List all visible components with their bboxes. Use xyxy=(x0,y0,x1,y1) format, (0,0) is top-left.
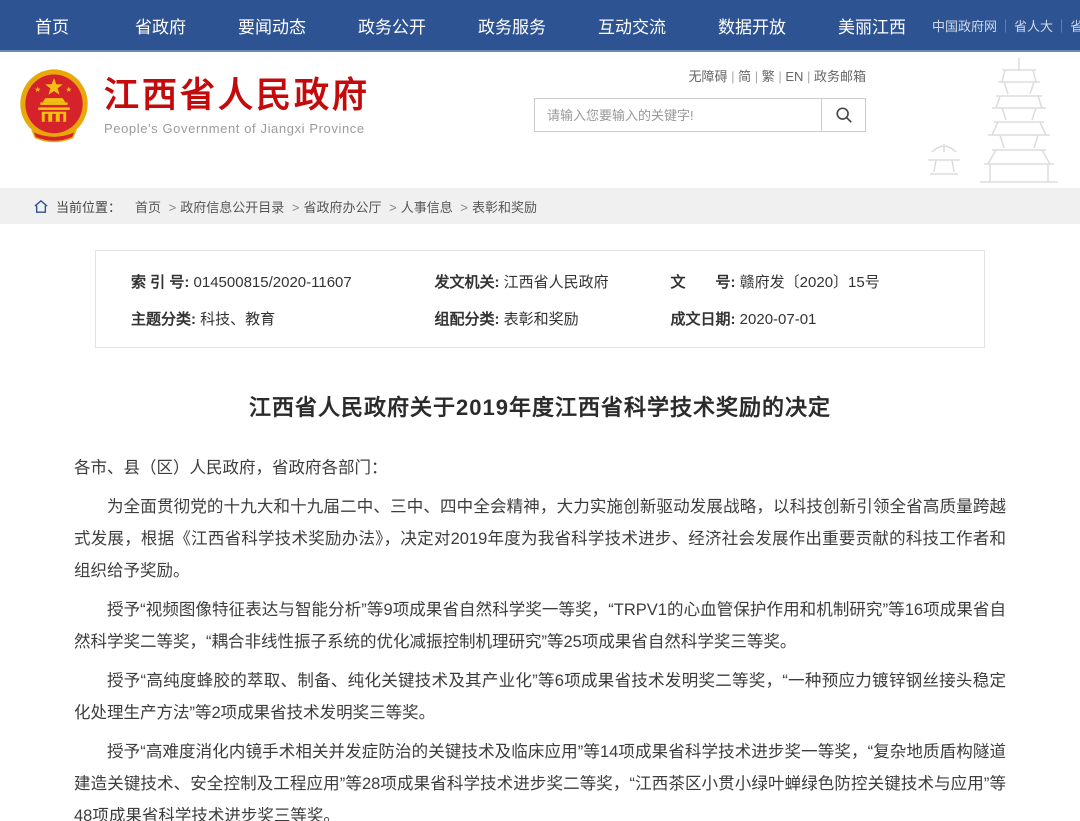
breadcrumb-item-personnel-info[interactable]: 人事信息 xyxy=(401,197,472,216)
nav-item-news[interactable]: 要闻动态 xyxy=(212,13,332,38)
doc-field-document-number: 文 号: 赣府发〔2020〕15号 xyxy=(671,271,974,292)
header-right-tools: 无障碍 简 繁 EN 政务邮箱 xyxy=(534,66,866,132)
link-english[interactable]: EN xyxy=(785,69,814,84)
doc-field-label: 索 引 号: xyxy=(131,274,189,291)
breadcrumb-label: 当前位置： xyxy=(56,197,121,216)
article-paragraph: 授予“高难度消化内镜手术相关并发症防治的关键技术及临床应用”等14项成果省科学技… xyxy=(74,736,1006,821)
search-bar xyxy=(534,98,866,132)
link-accessibility[interactable]: 无障碍 xyxy=(688,69,738,84)
search-input[interactable] xyxy=(535,99,821,131)
nav-item-home[interactable]: 首页 xyxy=(0,13,109,38)
doc-field-value: 2020-07-01 xyxy=(740,311,817,328)
utility-links: 无障碍 简 繁 EN 政务邮箱 xyxy=(534,66,866,85)
article-body: 各市、县（区）人民政府，省政府各部门： 为全面贯彻党的十九大和十九届二中、三中、… xyxy=(74,452,1006,821)
doc-field-label: 主题分类: xyxy=(131,311,196,328)
site-title-block: 江西省人民政府 People's Government of Jiangxi P… xyxy=(104,76,370,136)
doc-field-date: 成文日期: 2020-07-01 xyxy=(671,308,974,329)
search-button[interactable] xyxy=(821,99,865,131)
doc-field-value: 014500815/2020-11607 xyxy=(194,274,352,291)
doc-field-group-category: 组配分类: 表彰和奖励 xyxy=(434,308,670,329)
article-paragraph: 为全面贯彻党的十九大和十九届二中、三中、四中全会精神，大力实施创新驱动发展战略，… xyxy=(74,491,1006,587)
nav-item-gov-services[interactable]: 政务服务 xyxy=(452,13,572,38)
link-provincial-cppcc[interactable]: 省政协 xyxy=(1070,16,1080,35)
nav-item-provincial-gov[interactable]: 省政府 xyxy=(109,13,212,38)
national-emblem-icon xyxy=(18,68,90,144)
doc-field-value: 科技、教育 xyxy=(200,311,275,328)
top-navigation-bar: 首页 省政府 要闻动态 政务公开 政务服务 互动交流 数据开放 美丽江西 中国政… xyxy=(0,0,1080,52)
breadcrumb: 当前位置： 首页 政府信息公开目录 省政府办公厅 人事信息 表彰和奖励 xyxy=(0,188,1080,224)
breadcrumb-item-gov-office[interactable]: 省政府办公厅 xyxy=(303,197,400,216)
doc-field-label: 文 号: xyxy=(671,274,736,291)
doc-field-index-number: 索 引 号: 014500815/2020-11607 xyxy=(131,271,434,292)
pagoda-watermark-icon xyxy=(874,56,1074,188)
doc-field-subject-category: 主题分类: 科技、教育 xyxy=(131,308,434,329)
nav-item-gov-affairs-open[interactable]: 政务公开 xyxy=(332,13,452,38)
link-traditional-chinese[interactable]: 繁 xyxy=(762,69,786,84)
link-china-gov[interactable]: 中国政府网 xyxy=(932,16,1014,35)
link-gov-mailbox[interactable]: 政务邮箱 xyxy=(814,69,866,84)
doc-field-label: 发文机关: xyxy=(434,274,499,291)
link-simplified-chinese[interactable]: 简 xyxy=(738,69,762,84)
article-title: 江西省人民政府关于2019年度江西省科学技术奖励的决定 xyxy=(0,390,1080,422)
doc-field-issuing-agency: 发文机关: 江西省人民政府 xyxy=(434,271,670,292)
article-paragraph: 授予“高纯度蜂胶的萃取、制备、纯化关键技术及其产业化”等6项成果省技术发明奖二等… xyxy=(74,665,1006,729)
nav-item-open-data[interactable]: 数据开放 xyxy=(692,13,812,38)
link-provincial-congress[interactable]: 省人大 xyxy=(1014,16,1070,35)
document-info-table: 索 引 号: 014500815/2020-11607 发文机关: 江西省人民政… xyxy=(95,250,985,348)
doc-field-label: 组配分类: xyxy=(434,311,499,328)
search-icon xyxy=(835,106,853,124)
doc-field-value: 表彰和奖励 xyxy=(504,311,579,328)
doc-field-value: 赣府发〔2020〕15号 xyxy=(740,274,880,291)
site-logo[interactable]: 江西省人民政府 People's Government of Jiangxi P… xyxy=(18,68,370,144)
breadcrumb-item-awards[interactable]: 表彰和奖励 xyxy=(472,197,537,216)
nav-item-interaction[interactable]: 互动交流 xyxy=(572,13,692,38)
breadcrumb-item-home[interactable]: 首页 xyxy=(135,197,180,216)
doc-field-label: 成文日期: xyxy=(671,311,736,328)
nav-item-beautiful-jiangxi[interactable]: 美丽江西 xyxy=(812,13,932,38)
site-title: 江西省人民政府 xyxy=(104,76,370,116)
site-header: 江西省人民政府 People's Government of Jiangxi P… xyxy=(0,52,1080,188)
top-nav-items: 首页 省政府 要闻动态 政务公开 政务服务 互动交流 数据开放 美丽江西 xyxy=(0,13,932,38)
top-nav-external-links: 中国政府网 省人大 省政协 xyxy=(932,16,1080,35)
home-icon[interactable] xyxy=(34,200,48,213)
breadcrumb-item-info-directory[interactable]: 政府信息公开目录 xyxy=(180,197,303,216)
article-salutation: 各市、县（区）人民政府，省政府各部门： xyxy=(74,452,1006,484)
site-subtitle: People's Government of Jiangxi Province xyxy=(104,121,370,136)
article-paragraph: 授予“视频图像特征表达与智能分析”等9项成果省自然科学奖一等奖，“TRPV1的心… xyxy=(74,594,1006,658)
doc-field-value: 江西省人民政府 xyxy=(504,274,609,291)
